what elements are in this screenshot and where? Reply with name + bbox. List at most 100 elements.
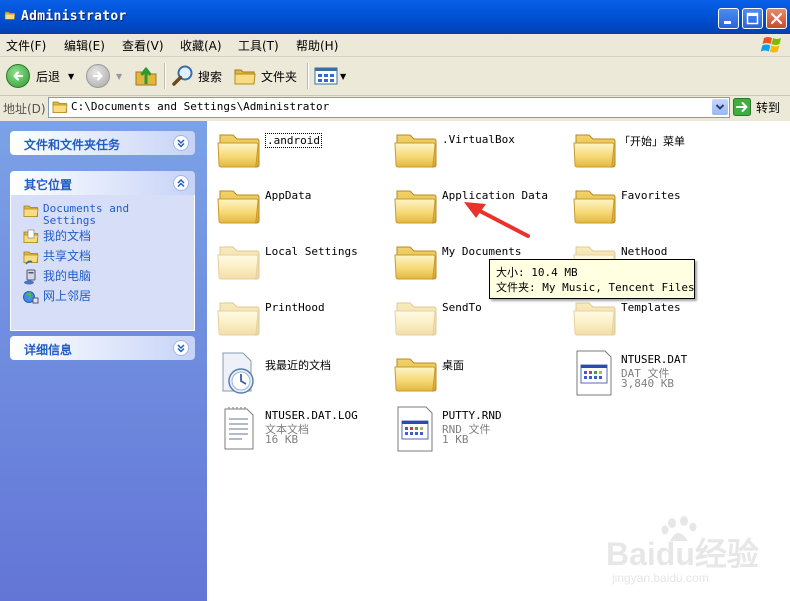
place-shared-documents[interactable]: 共享文档 xyxy=(23,249,194,269)
annotation-arrow xyxy=(464,202,530,238)
back-dropdown-icon[interactable]: ▼ xyxy=(68,72,74,81)
menu-help[interactable]: 帮助(H) xyxy=(296,37,338,54)
folder-icon xyxy=(23,203,39,219)
place-my-computer[interactable]: 我的电脑 xyxy=(23,269,194,289)
windows-logo-icon xyxy=(760,37,781,53)
details-title: 详细信息 xyxy=(24,343,73,357)
folders-icon xyxy=(234,69,256,85)
back-label: 后退 xyxy=(36,69,61,84)
task-pane: 文件和文件夹任务 其它位置 Documents and Settings 我的文… xyxy=(0,121,207,601)
folders-button[interactable]: 文件夹 xyxy=(234,57,297,95)
item-name: .VirtualBox xyxy=(442,133,515,146)
folder-sendto[interactable]: SendTo xyxy=(392,293,567,349)
item-name: My Documents xyxy=(442,245,522,258)
window-title: Administrator xyxy=(21,9,127,24)
file-ntuser-dat[interactable]: NTUSER.DAT DAT 文件 3,840 KB xyxy=(571,349,746,405)
folders-label: 文件夹 xyxy=(261,69,298,84)
folder-virtualbox[interactable]: .VirtualBox xyxy=(392,125,567,181)
item-name: .android xyxy=(265,133,322,148)
folder-icon xyxy=(215,181,263,229)
close-button[interactable] xyxy=(766,8,787,29)
folder-printhood[interactable]: PrintHood xyxy=(215,293,390,349)
views-dropdown-icon[interactable]: ▼ xyxy=(340,72,346,81)
place-network[interactable]: 网上邻居 xyxy=(23,289,194,309)
minimize-button[interactable] xyxy=(718,8,739,29)
item-size: 16 KB xyxy=(265,433,299,446)
maximize-icon xyxy=(746,12,759,25)
file-tasks-title: 文件和文件夹任务 xyxy=(24,138,121,152)
views-button[interactable]: ▼ xyxy=(314,57,346,95)
maximize-button[interactable] xyxy=(742,8,763,29)
file-tasks-header[interactable]: 文件和文件夹任务 xyxy=(10,131,195,155)
place-label: 我的文档 xyxy=(43,229,92,243)
file-tasks-panel: 文件和文件夹任务 xyxy=(10,131,195,155)
folder-favorites[interactable]: Favorites xyxy=(571,181,746,237)
search-button[interactable]: 搜索 xyxy=(171,57,222,95)
details-header[interactable]: 详细信息 xyxy=(10,336,195,360)
other-places-header[interactable]: 其它位置 xyxy=(10,171,195,195)
chevron-down-icon xyxy=(715,104,725,110)
up-folder-icon xyxy=(135,67,157,86)
close-icon xyxy=(770,12,783,25)
expand-icon[interactable] xyxy=(173,340,189,356)
file-putty-rnd[interactable]: PUTTY.RND RND 文件 1 KB xyxy=(392,405,567,461)
folder-icon xyxy=(392,125,440,173)
folder-templates[interactable]: Templates xyxy=(571,293,746,349)
details-panel: 详细信息 xyxy=(10,336,195,360)
collapse-icon[interactable] xyxy=(173,175,189,191)
place-my-documents[interactable]: 我的文档 xyxy=(23,229,194,249)
tooltip-contents: 文件夹: My Music, Tencent Files xyxy=(496,281,695,294)
folder-android[interactable]: .android xyxy=(215,125,390,181)
place-documents-and-settings[interactable]: Documents and Settings xyxy=(23,203,194,229)
other-places-list: Documents and Settings 我的文档 共享文档 我的电脑 网上… xyxy=(10,195,195,331)
place-label: Documents and Settings xyxy=(43,202,130,227)
item-name: 「开始」菜单 xyxy=(619,135,685,148)
file-ntuser-dat-log[interactable]: NTUSER.DAT.LOG 文本文档 16 KB xyxy=(215,405,390,461)
other-places-title: 其它位置 xyxy=(24,178,73,192)
item-name: NetHood xyxy=(621,245,668,258)
item-name: AppData xyxy=(265,189,312,202)
back-button[interactable]: 后退 ▼ xyxy=(6,57,74,95)
up-folder-button[interactable] xyxy=(134,57,158,95)
menu-favorites[interactable]: 收藏(A) xyxy=(180,37,222,54)
item-size: 1 KB xyxy=(442,433,469,446)
folder-start-menu[interactable]: 「开始」菜单 xyxy=(571,125,746,181)
folder-local-settings[interactable]: Local Settings xyxy=(215,237,390,293)
expand-icon[interactable] xyxy=(173,135,189,151)
folder-icon xyxy=(215,237,263,285)
menu-edit[interactable]: 编辑(E) xyxy=(64,37,105,54)
folder-desktop[interactable]: 桌面 xyxy=(392,349,567,405)
place-label: 我的电脑 xyxy=(43,269,92,283)
address-input[interactable]: C:\Documents and Settings\Administrator xyxy=(48,97,730,118)
shared-folder-icon xyxy=(23,249,39,265)
forward-dropdown-icon[interactable]: ▼ xyxy=(116,72,122,81)
forward-button[interactable]: ▼ xyxy=(86,57,122,95)
item-name: SendTo xyxy=(442,301,482,314)
network-icon xyxy=(23,291,39,304)
item-name: Favorites xyxy=(621,189,681,202)
folder-recent-documents[interactable]: 我最近的文档 xyxy=(215,349,390,405)
computer-icon xyxy=(24,269,36,285)
go-button[interactable]: 转到 xyxy=(733,98,780,116)
go-label: 转到 xyxy=(756,100,781,115)
system-file-icon xyxy=(397,406,433,452)
recent-documents-icon xyxy=(222,352,254,394)
my-documents-icon xyxy=(23,229,39,245)
folder-icon xyxy=(392,349,440,397)
address-label: 地址(D) xyxy=(3,102,46,116)
folder-icon xyxy=(392,237,440,285)
go-arrow-icon xyxy=(733,98,751,116)
folder-info-tooltip: 大小: 10.4 MB 文件夹: My Music, Tencent Files xyxy=(489,259,695,299)
address-bar: 地址(D) C:\Documents and Settings\Administ… xyxy=(0,96,790,120)
item-name: PrintHood xyxy=(265,301,325,314)
menu-tools[interactable]: 工具(T) xyxy=(238,37,279,54)
minimize-icon xyxy=(724,21,731,24)
menu-file[interactable]: 文件(F) xyxy=(6,37,46,54)
address-dropdown-button[interactable] xyxy=(712,99,728,115)
folder-icon xyxy=(392,181,440,229)
menu-view[interactable]: 查看(V) xyxy=(122,37,164,54)
search-label: 搜索 xyxy=(198,69,223,84)
search-icon xyxy=(172,65,193,86)
folder-appdata[interactable]: AppData xyxy=(215,181,390,237)
title-bar[interactable]: Administrator xyxy=(0,0,790,34)
